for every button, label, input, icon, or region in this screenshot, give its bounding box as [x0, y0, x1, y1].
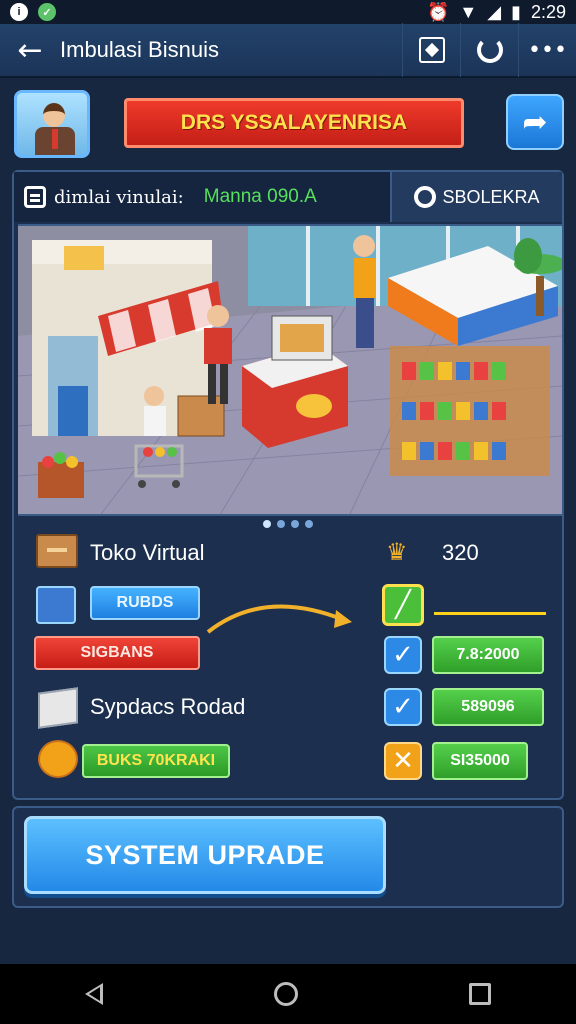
- arrow-head: [334, 610, 352, 628]
- tool-icon[interactable]: ╱: [382, 584, 424, 626]
- share-arrow-icon: ➦: [522, 104, 548, 140]
- header-row: DRS YSSALAYENRISA ➦: [0, 88, 576, 162]
- battery-icon: ▮: [511, 1, 521, 22]
- more-options-button[interactable]: •••: [518, 23, 576, 77]
- store-scene-image: [18, 224, 562, 516]
- store-label: Toko Virtual: [90, 540, 205, 565]
- wifi-icon: ▼: [459, 1, 478, 22]
- status-left: i ✓: [10, 3, 56, 21]
- supplier-label: Sypdacs Rodad: [90, 694, 246, 719]
- carousel-dot[interactable]: [277, 520, 285, 528]
- crate-icon: [38, 687, 78, 729]
- signal-icon: ◢: [487, 1, 502, 22]
- panel-header-right[interactable]: SBOLEKRA: [392, 172, 562, 222]
- panel-header: dimlai vinulai: Manna 090.A SBOLEKRA: [14, 172, 562, 222]
- avatar-tie: [52, 129, 58, 149]
- arrow-path: [206, 604, 345, 634]
- upgrade-panel: SYSTEM UPRADE: [12, 806, 564, 908]
- green-pill-value[interactable]: 7.8:2000: [432, 636, 544, 674]
- avatar[interactable]: [14, 90, 90, 158]
- banner-title: DRS YSSALAYENRISA: [124, 98, 464, 148]
- store-name-label: Manna 090.A: [203, 186, 317, 207]
- carousel-dots: [14, 520, 562, 528]
- green-pill-value[interactable]: 589096: [432, 688, 544, 726]
- qr-icon: [418, 37, 445, 63]
- palm-trunk: [536, 276, 544, 316]
- carousel-dot[interactable]: [263, 520, 271, 528]
- package-icon: [36, 534, 78, 568]
- carousel-dot[interactable]: [291, 520, 299, 528]
- status-bar: i ✓ ⏰ ▼ ◢ ▮ 2:29: [0, 0, 576, 24]
- yellow-text-pill-button[interactable]: BUKS 70KRAKI: [82, 744, 230, 778]
- green-pill-value[interactable]: SI35000: [432, 742, 528, 780]
- woman-head: [353, 235, 375, 257]
- back-button[interactable]: ←: [0, 23, 60, 77]
- clerk-head: [207, 305, 229, 327]
- notification-icon: i: [10, 3, 28, 21]
- system-upgrade-button[interactable]: SYSTEM UPRADE: [24, 816, 386, 894]
- nav-home-icon[interactable]: [273, 982, 298, 1006]
- panel-header-left: dimlai vinulai: Manna 090.A: [14, 172, 392, 222]
- red-pill-button[interactable]: SIGBANS: [34, 636, 200, 670]
- ring-icon: [414, 186, 437, 208]
- avatar-head: [43, 103, 65, 127]
- checkbox-checked[interactable]: ✓: [384, 688, 422, 726]
- qr-scan-button[interactable]: [402, 23, 460, 77]
- share-button[interactable]: ➦: [506, 94, 564, 150]
- shopper-head: [144, 386, 164, 406]
- system-nav-bar: [0, 964, 576, 1024]
- yellow-underline: [434, 612, 546, 615]
- store-scene-svg: [18, 226, 562, 514]
- status-right: ⏰ ▼ ◢ ▮ 2:29: [427, 2, 566, 23]
- nav-recents-icon[interactable]: [468, 983, 491, 1005]
- fruit-icon: [38, 740, 78, 778]
- refresh-button[interactable]: [460, 23, 518, 77]
- app-title: Imbulasi Bisnuis: [60, 37, 219, 62]
- main-panel: dimlai vinulai: Manna 090.A SBOLEKRA Tok…: [12, 170, 564, 800]
- score-value: 320: [442, 540, 479, 565]
- arrow-connector: [206, 604, 352, 634]
- more-icon: •••: [528, 37, 567, 63]
- fruit-crate: [38, 462, 84, 498]
- blue-pill-button[interactable]: RUBDS: [90, 586, 200, 620]
- alarm-icon: ⏰: [426, 1, 450, 22]
- checkbox-crossed[interactable]: ✕: [384, 742, 422, 780]
- refresh-icon: [476, 37, 503, 63]
- carousel-dot[interactable]: [305, 520, 313, 528]
- nav-back-icon[interactable]: [85, 983, 104, 1005]
- app-actions: •••: [402, 23, 576, 77]
- status-time: 2:29: [530, 1, 566, 22]
- checkbox-checked[interactable]: ✓: [384, 636, 422, 674]
- back-arrow-icon: ←: [17, 32, 43, 68]
- product-box-icon: [36, 586, 76, 624]
- menu-square-icon: [24, 186, 46, 208]
- sim-label: dimlai vinulai:: [54, 186, 184, 208]
- app-bar: ← Imbulasi Bisnuis •••: [0, 23, 576, 78]
- atm: [58, 386, 88, 436]
- crown-icon: ♛: [386, 538, 408, 566]
- app-notification-icon: ✓: [38, 3, 56, 21]
- right-label: SBOLEKRA: [442, 186, 540, 207]
